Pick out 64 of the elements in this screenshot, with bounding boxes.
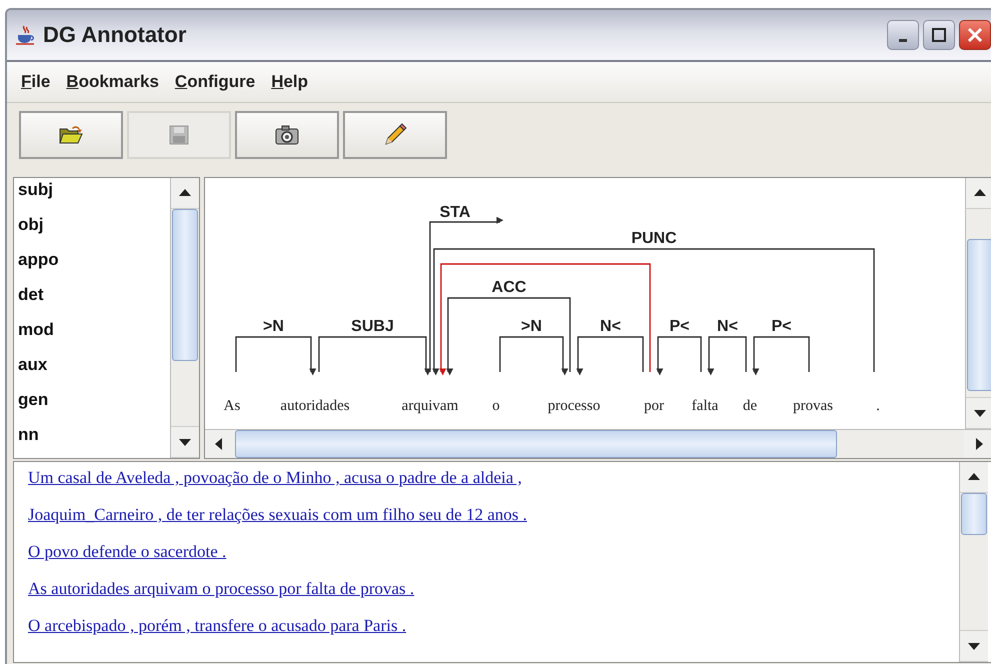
dependency-arc[interactable] [499,336,568,376]
sentence-word[interactable]: o [492,398,500,414]
arc-label: ACC [492,279,526,296]
window-title: DG Annotator [43,22,186,48]
sentence-link[interactable]: O povo defende o sacerdote . [28,538,226,566]
arc-label: N< [600,318,621,335]
dependency-arc[interactable] [656,336,702,376]
arc-label: >N [263,318,284,335]
sentence-word[interactable]: por [644,398,664,414]
sentence-word[interactable]: falta [692,398,718,414]
sentence-word[interactable]: de [742,398,758,414]
dependency-arc[interactable] [576,336,644,376]
arc-label: SUBJ [351,318,394,335]
dependency-arc[interactable] [235,336,316,376]
coffee-cup-icon [15,24,37,46]
dependency-arc[interactable] [439,263,651,376]
menu-item[interactable]: Configure [174,72,256,92]
relation-item[interactable]: mod [14,320,170,355]
dependency-arc[interactable] [707,336,747,376]
arc-label: P< [772,318,792,335]
maximize-icon [929,25,949,45]
scrollbar[interactable] [965,178,991,429]
relation-item[interactable]: gen [14,390,170,425]
relation-item[interactable]: obj [14,215,170,250]
open-button[interactable] [19,111,123,159]
scrollbar[interactable] [959,462,988,662]
relation-item[interactable]: nn [14,425,170,458]
camera-icon [274,124,300,146]
dependency-arc[interactable] [318,336,432,376]
dependency-arc[interactable] [752,336,810,376]
sentence-word[interactable]: . [876,398,880,414]
sentence-word[interactable]: autoridades [280,398,350,414]
relation-item[interactable]: appo [14,250,170,285]
relation-item[interactable]: subj [14,180,170,215]
sentence-word[interactable]: processo [548,398,600,414]
sentence-word[interactable]: arquivam [402,398,458,414]
sentence-link[interactable]: Um casal de Aveleda , povoação de o Minho , acusa o padre de a aldeia , [28,464,522,492]
menu-item[interactable]: Help [271,72,308,92]
minimize-icon [899,38,907,42]
scrollbar[interactable] [170,178,199,458]
snapshot-button[interactable] [235,111,339,159]
sentence-link[interactable]: Joaquim_Carneiro , de ter relações sexuais com um filho seu de 12 anos . [28,501,528,529]
arc-label: >N [521,318,542,335]
relation-item[interactable]: aux [14,355,170,390]
dependency-arc[interactable] [446,297,571,376]
pencil-icon [382,122,408,148]
sentence-link[interactable]: O arcebispado , porém , transfere o acusado para Paris . [28,612,406,640]
arc-label: STA [440,204,470,221]
folder-icon [58,124,84,146]
horizontal-scrollbar[interactable] [205,429,991,458]
close-icon [965,25,985,45]
menu-item[interactable]: Bookmarks [66,72,159,92]
sentence-link[interactable]: As autoridades arquivam o processo por falta de provas . [28,575,414,603]
sentence-word[interactable]: As [224,398,240,414]
close-button[interactable] [959,20,991,50]
minimize-button[interactable] [887,20,919,50]
dependency-arc[interactable] [432,248,875,376]
arc-label: N< [717,318,738,335]
relation-item[interactable]: det [14,285,170,320]
menu-item[interactable]: File [21,72,50,92]
arc-label: P< [670,318,690,335]
sentence-word[interactable]: provas [793,398,833,414]
maximize-button[interactable] [923,20,955,50]
arc-label: PUNC [631,230,677,247]
